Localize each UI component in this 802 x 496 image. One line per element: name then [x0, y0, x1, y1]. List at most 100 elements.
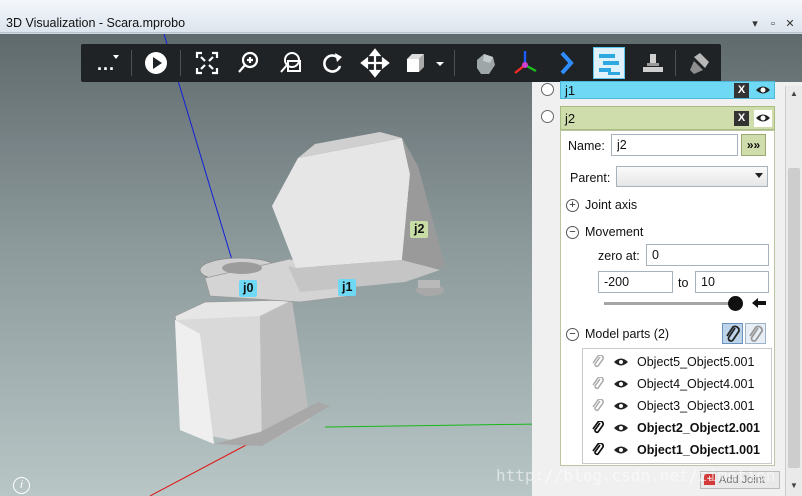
eye-icon[interactable]: [613, 444, 629, 456]
list-item[interactable]: Object4_Object4.001: [583, 374, 771, 394]
joints-panel-button[interactable]: [593, 47, 625, 79]
paperclip-icon[interactable]: [591, 443, 605, 457]
scrollbar-thumb[interactable]: [788, 168, 800, 468]
shape-button[interactable]: [469, 47, 501, 79]
chevron-down-icon: [755, 173, 763, 178]
tool-button[interactable]: [685, 47, 717, 79]
joint-j2-delete-button[interactable]: X: [734, 111, 749, 126]
list-item[interactable]: Object3_Object3.001: [583, 396, 771, 416]
axes-icon: [514, 51, 537, 74]
list-item[interactable]: Object1_Object1.001: [583, 440, 771, 460]
view-cube-button[interactable]: [401, 47, 433, 79]
zoom-icon: [238, 51, 259, 73]
window-title-bar: 3D Visualization - Scara.mprobo ▾ ▫ ✕: [0, 0, 802, 33]
zoom-window-icon: [280, 52, 301, 73]
more-button[interactable]: ...: [91, 47, 123, 79]
parent-label: Parent:: [570, 171, 611, 185]
reset-arrow-icon[interactable]: [752, 298, 766, 309]
paperclip-outline-icon[interactable]: [591, 399, 605, 413]
min-value-input[interactable]: [598, 271, 673, 293]
joint-j2-header[interactable]: j2 X: [560, 106, 775, 130]
zoom-button[interactable]: [233, 47, 265, 79]
part-name: Object2_Object2.001: [637, 421, 760, 435]
paperclip-outline-icon[interactable]: [591, 377, 605, 391]
toolbar-separator: [180, 50, 181, 76]
part-name: Object5_Object5.001: [637, 355, 755, 369]
model-parts-label[interactable]: Model parts (2): [585, 327, 669, 341]
movement-slider-track[interactable]: [604, 302, 736, 305]
robot-arm-2: [272, 132, 445, 296]
paperclip-icon: [726, 325, 740, 342]
view-cube-dropdown[interactable]: [433, 47, 447, 79]
toolbar-separator: [454, 50, 455, 76]
model-parts-list: Object5_Object5.001 Object4_Object4.001 …: [582, 348, 772, 464]
joint-tag-j2[interactable]: j2: [410, 221, 429, 238]
joint-j1-radio[interactable]: [541, 83, 554, 96]
import-icon: [643, 54, 663, 72]
apply-name-button[interactable]: »»: [741, 134, 766, 156]
joint-j1-eye-icon[interactable]: [754, 82, 772, 99]
joint-j2-label: j2: [565, 111, 576, 126]
rotate-button[interactable]: [317, 47, 349, 79]
paperclip-icon[interactable]: [591, 421, 605, 435]
parent-select[interactable]: [616, 166, 768, 187]
axes-button[interactable]: [509, 47, 541, 79]
zoom-window-button[interactable]: [275, 47, 307, 79]
toolbar-separator: [131, 50, 132, 76]
joint-j2-eye-icon[interactable]: [754, 110, 772, 127]
model-parts-collapse-icon[interactable]: −: [566, 328, 579, 341]
paperclip-outline-icon[interactable]: [591, 355, 605, 369]
pan-icon: [360, 48, 390, 78]
joint-tag-j1[interactable]: j1: [338, 279, 357, 296]
joint-j1-label: j1: [565, 83, 576, 98]
joints-panel-icon: [599, 54, 620, 75]
toolbar-separator: [675, 50, 676, 76]
attach-parts-button[interactable]: [722, 323, 743, 344]
robot-base: [174, 299, 330, 446]
part-name: Object4_Object4.001: [637, 377, 755, 391]
zero-at-label: zero at:: [598, 249, 640, 263]
restore-button[interactable]: ▫: [766, 17, 780, 31]
movement-collapse-icon[interactable]: −: [566, 226, 579, 239]
info-icon[interactable]: i: [13, 477, 30, 494]
eye-icon[interactable]: [613, 400, 629, 412]
play-button[interactable]: [141, 47, 173, 79]
fit-view-button[interactable]: [191, 47, 223, 79]
joint-j1-header[interactable]: j1 X: [560, 81, 775, 99]
next-button[interactable]: [551, 47, 583, 79]
list-item[interactable]: Object5_Object5.001: [583, 352, 771, 372]
tool-icon: [690, 53, 709, 74]
max-value-input[interactable]: [695, 271, 769, 293]
joint-j2-radio[interactable]: [541, 110, 554, 123]
viewport-toolbar: ...: [81, 44, 721, 82]
joint-axis-expand-icon[interactable]: +: [566, 199, 579, 212]
panel-scrollbar[interactable]: ▲ ▼: [785, 86, 802, 496]
eye-icon[interactable]: [613, 422, 629, 434]
joint-tag-j0[interactable]: j0: [239, 280, 258, 297]
shape-icon: [477, 54, 495, 74]
scroll-up-icon[interactable]: ▲: [788, 88, 800, 100]
eye-icon[interactable]: [613, 356, 629, 368]
close-button[interactable]: ✕: [783, 17, 797, 31]
fit-view-icon: [195, 51, 219, 75]
rotate-icon: [323, 53, 342, 73]
name-input[interactable]: [611, 134, 738, 156]
pin-menu-button[interactable]: ▾: [748, 17, 762, 31]
scroll-down-icon[interactable]: ▼: [788, 480, 800, 492]
window-title: 3D Visualization - Scara.mprobo: [6, 16, 186, 30]
part-name: Object1_Object1.001: [637, 443, 760, 457]
movement-label[interactable]: Movement: [585, 225, 643, 239]
zero-at-input[interactable]: [646, 244, 769, 266]
list-item[interactable]: Object2_Object2.001: [583, 418, 771, 438]
part-name: Object3_Object3.001: [637, 399, 755, 413]
to-label: to: [678, 276, 689, 290]
movement-slider-thumb[interactable]: [728, 296, 743, 311]
detach-parts-button[interactable]: [745, 323, 766, 344]
joint-axis-label[interactable]: Joint axis: [585, 198, 637, 212]
import-button[interactable]: [637, 47, 669, 79]
pan-button[interactable]: [359, 47, 391, 79]
joint-j1-delete-button[interactable]: X: [734, 83, 749, 98]
eye-icon[interactable]: [613, 378, 629, 390]
paperclip-outline-icon: [749, 325, 763, 342]
view-cube-icon: [407, 54, 424, 72]
